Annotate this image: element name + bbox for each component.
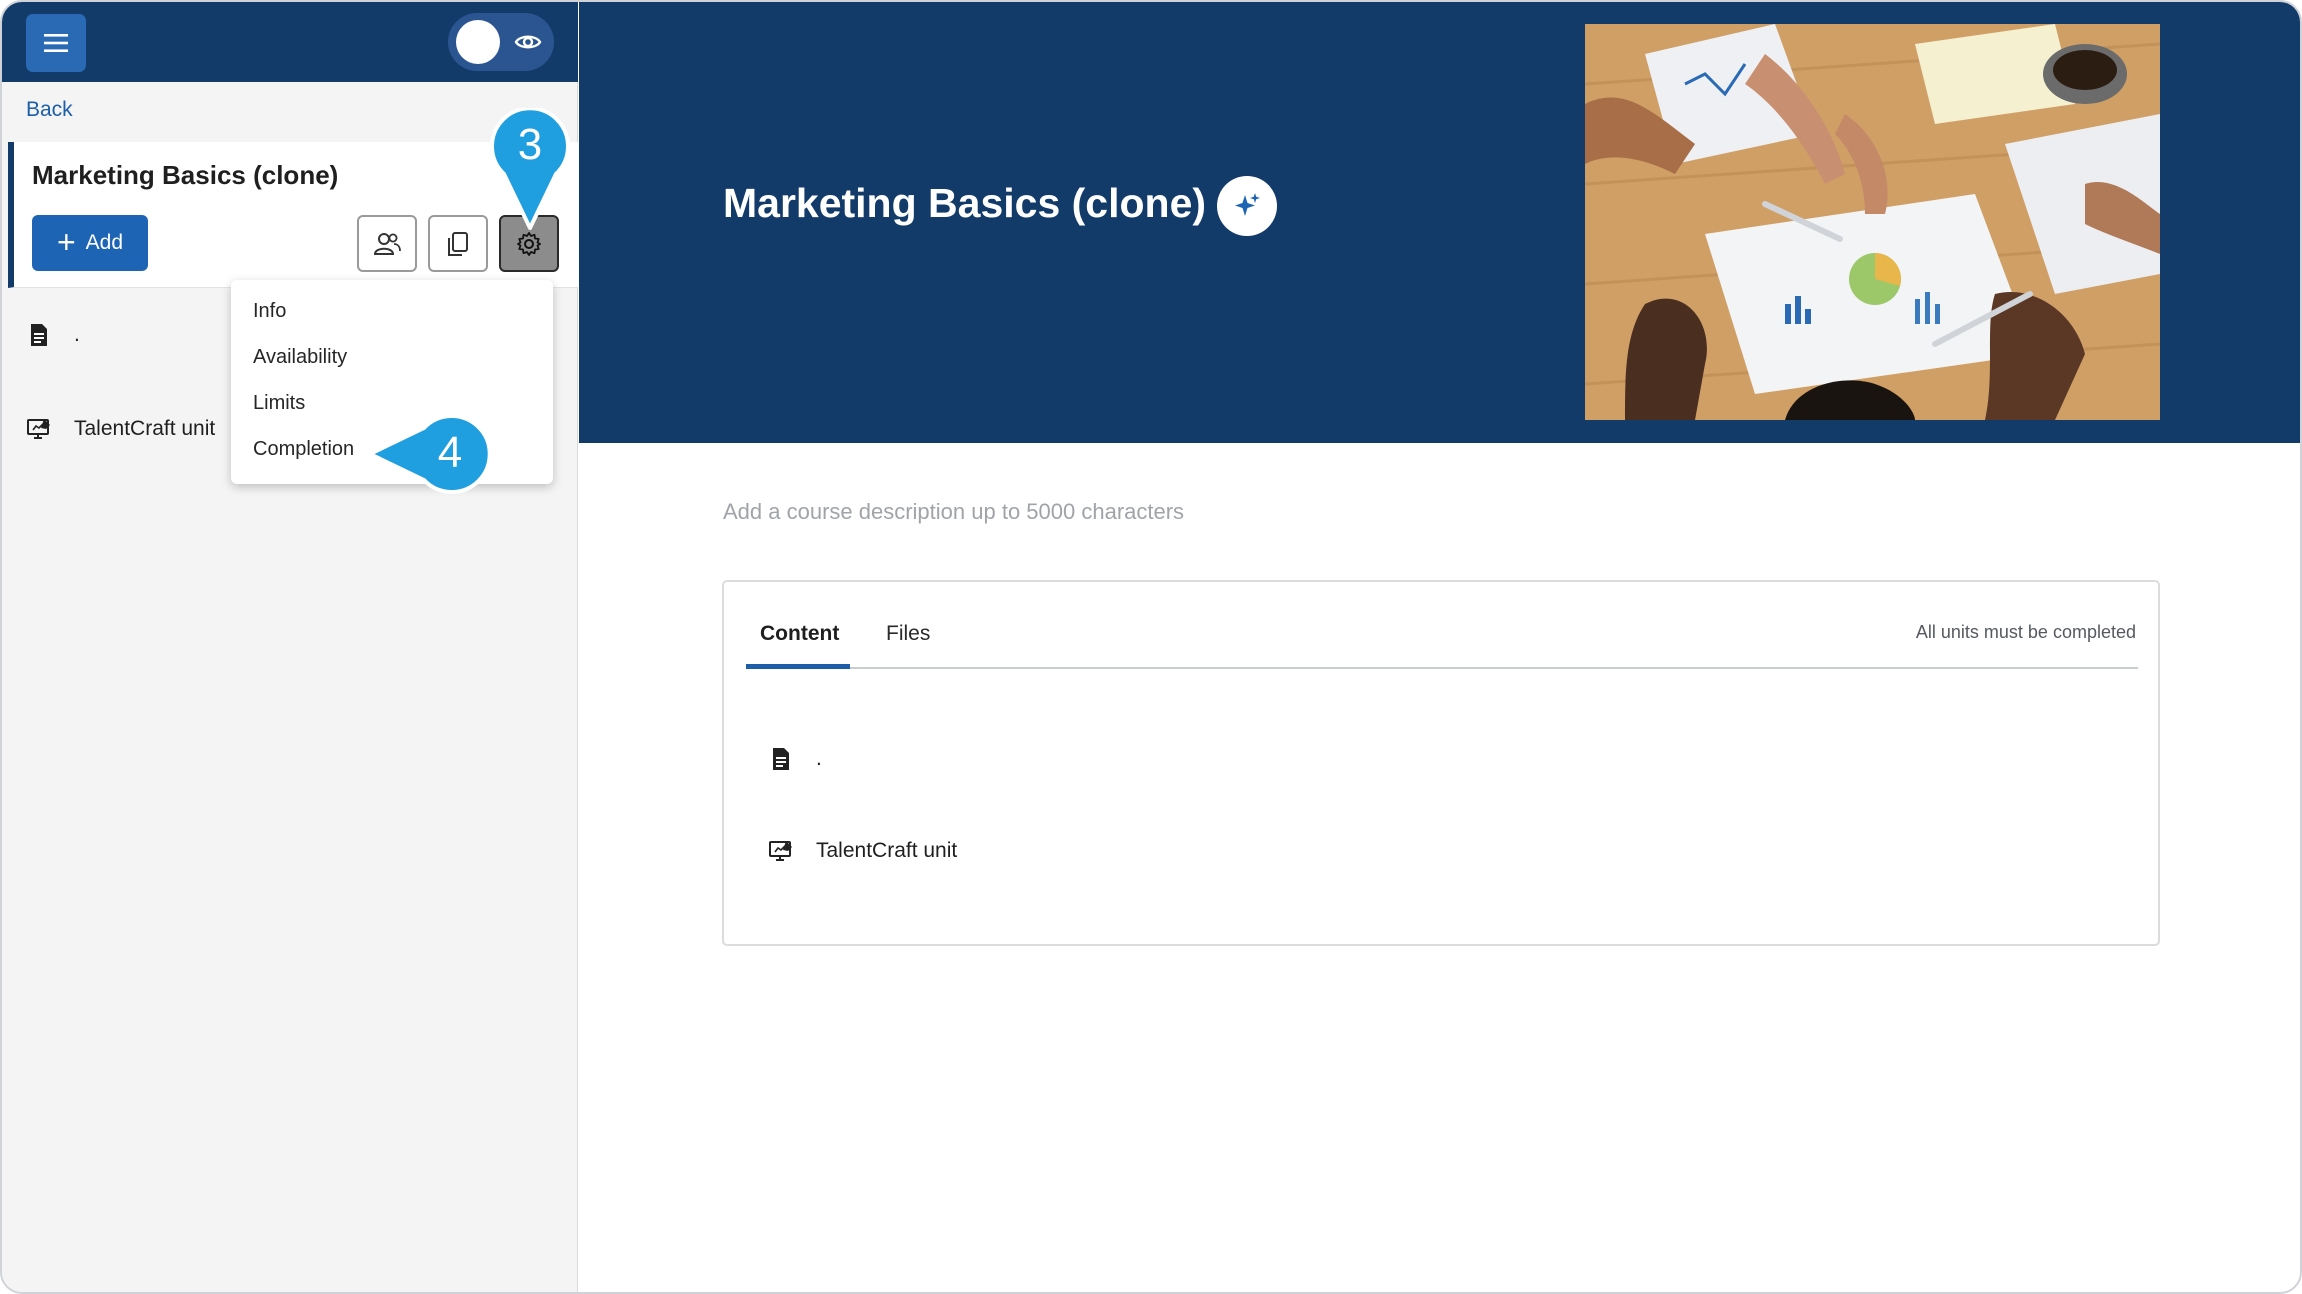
- enrollments-button[interactable]: [357, 215, 417, 272]
- content-unit-label: TalentCraft unit: [816, 839, 958, 862]
- active-tab-indicator: [746, 664, 850, 669]
- menu-item-limits[interactable]: Limits: [253, 392, 305, 415]
- monitor-edit-icon: [769, 841, 792, 861]
- callout-3-number: 3: [517, 120, 543, 169]
- copy-icon: [448, 231, 468, 256]
- menu-item-completion[interactable]: Completion: [253, 438, 354, 461]
- callout-3: 3: [490, 108, 570, 230]
- callout-4-number: 4: [437, 428, 463, 477]
- sidebar-topbar: [2, 2, 578, 82]
- content-unit-label: .: [816, 747, 822, 770]
- ai-assist-button[interactable]: [1217, 176, 1277, 236]
- course-cover-image[interactable]: [1585, 24, 2160, 420]
- content-unit-item[interactable]: TalentCraft unit: [768, 838, 957, 864]
- menu-item-info[interactable]: Info: [253, 300, 286, 323]
- sidebar-unit-item[interactable]: TalentCraft unit: [26, 416, 215, 442]
- tab-files[interactable]: Files: [886, 622, 930, 646]
- sparkle-icon: [1235, 193, 1260, 216]
- sidebar-unit-label: TalentCraft unit: [74, 417, 216, 440]
- plus-icon: +: [56, 223, 76, 260]
- users-icon: [373, 232, 401, 255]
- app-window: Back Marketing Basics (clone) + Add . Ta…: [0, 0, 2302, 1294]
- copy-button[interactable]: [428, 215, 488, 272]
- sidebar-course-title: Marketing Basics (clone): [32, 160, 339, 190]
- course-title: Marketing Basics (clone): [723, 180, 1207, 226]
- sidebar-unit-label: .: [74, 323, 80, 346]
- document-icon: [31, 324, 47, 346]
- eye-icon: [514, 35, 542, 49]
- tab-content[interactable]: Content: [760, 622, 839, 646]
- menu-item-availability[interactable]: Availability: [253, 346, 347, 369]
- course-hero: Marketing Basics (clone): [579, 2, 2300, 443]
- monitor-edit-icon: [27, 419, 50, 439]
- completion-rule-text: All units must be completed: [1915, 622, 2136, 642]
- callout-4: 4: [368, 414, 490, 494]
- course-description-input[interactable]: Add a course description up to 5000 char…: [723, 499, 1184, 525]
- toggle-knob: [456, 20, 500, 64]
- hamburger-icon: [44, 34, 68, 52]
- add-button-label: Add: [85, 231, 124, 254]
- content-unit-item[interactable]: .: [768, 746, 822, 772]
- add-button[interactable]: + Add: [32, 215, 148, 271]
- content-panel: Content Files All units must be complete…: [722, 580, 2160, 946]
- preview-toggle[interactable]: [448, 13, 554, 71]
- tabs-divider: [746, 667, 2138, 669]
- sidebar-unit-item[interactable]: .: [26, 322, 80, 348]
- cover-photo-illustration: [1585, 24, 2160, 420]
- back-link[interactable]: Back: [26, 98, 73, 122]
- document-icon: [773, 748, 789, 770]
- gear-icon: [517, 231, 541, 256]
- hamburger-menu-button[interactable]: [26, 14, 86, 72]
